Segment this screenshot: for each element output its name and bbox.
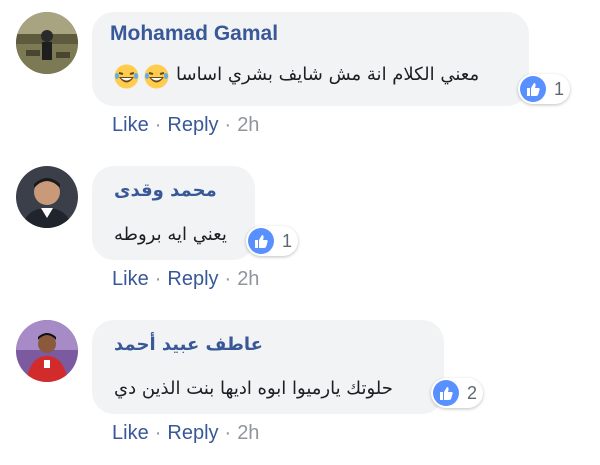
comment-actions: Like · Reply · 2h	[112, 422, 259, 445]
avatar-photo	[16, 320, 78, 382]
separator: ·	[224, 114, 232, 136]
avatar[interactable]	[16, 320, 78, 382]
separator: ·	[154, 114, 162, 136]
timestamp[interactable]: 2h	[237, 422, 259, 445]
avatar[interactable]	[16, 166, 78, 228]
reaction-count: 1	[554, 78, 565, 99]
comment-actions: Like · Reply · 2h	[112, 268, 259, 291]
like-link[interactable]: Like	[112, 422, 149, 445]
separator: ·	[154, 422, 162, 444]
timestamp[interactable]: 2h	[237, 114, 259, 137]
reaction-summary[interactable]: 1	[518, 74, 571, 104]
reply-link[interactable]: Reply	[167, 422, 218, 445]
reply-link[interactable]: Reply	[167, 114, 218, 137]
like-thumb-icon	[433, 380, 459, 406]
avatar-photo	[16, 166, 78, 228]
comment-author[interactable]: Mohamad Gamal	[110, 22, 278, 46]
separator: ·	[224, 422, 232, 444]
comment-text: معني الكلام انة مش شايف بشري اساسا	[176, 64, 480, 85]
reaction-count: 2	[467, 382, 478, 403]
comment-author[interactable]: محمد وقدى	[114, 180, 217, 201]
avatar-photo	[16, 12, 78, 74]
comment-text: يعني ايه بروطه	[114, 224, 227, 245]
comment-actions: Like · Reply · 2h	[112, 114, 259, 137]
reaction-summary[interactable]: 1	[246, 226, 299, 256]
comment-author[interactable]: عاطف عبيد أحمد	[114, 334, 263, 355]
laughing-emoji-icon	[114, 64, 139, 89]
comment-bubble: عاطف عبيد أحمد حلوتك يارميوا ابوه اديها …	[92, 320, 444, 414]
separator: ·	[154, 268, 162, 290]
reaction-summary[interactable]: 2	[431, 378, 484, 408]
reaction-count: 1	[282, 230, 293, 251]
comment-bubble: محمد وقدى يعني ايه بروطه	[92, 166, 255, 260]
timestamp[interactable]: 2h	[237, 268, 259, 291]
comment-bubble: Mohamad Gamal معني الكلام انة مش شايف بش…	[92, 12, 529, 106]
comment-text: حلوتك يارميوا ابوه اديها بنت الذين دي	[114, 378, 393, 399]
like-link[interactable]: Like	[112, 268, 149, 291]
like-thumb-icon	[520, 76, 546, 102]
separator: ·	[224, 268, 232, 290]
reply-link[interactable]: Reply	[167, 268, 218, 291]
avatar[interactable]	[16, 12, 78, 74]
laughing-emoji-icon	[144, 64, 169, 89]
like-thumb-icon	[248, 228, 274, 254]
like-link[interactable]: Like	[112, 114, 149, 137]
